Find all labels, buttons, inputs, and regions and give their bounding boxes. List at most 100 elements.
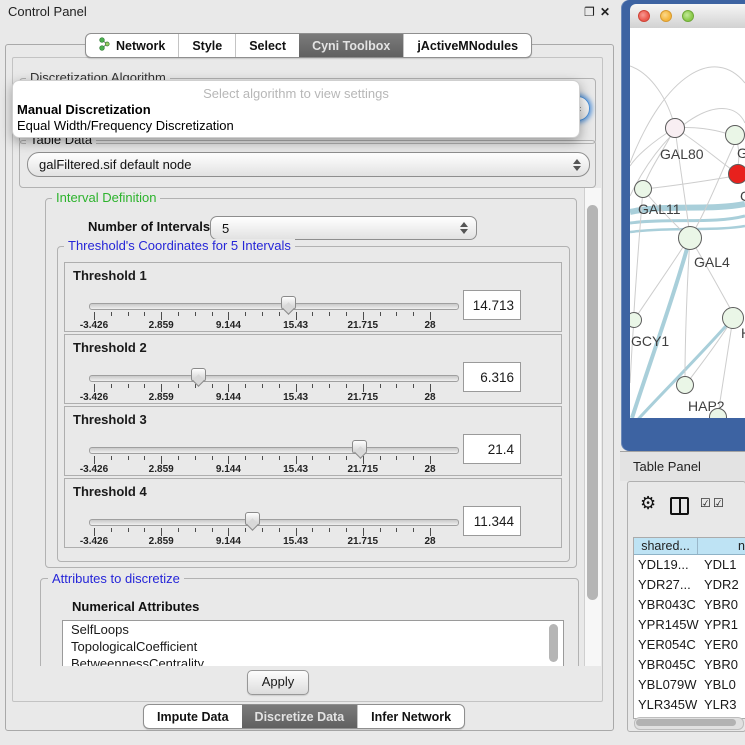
app-root: Control Panel ❐ ✕ Network Style Select C…	[0, 0, 745, 745]
num-intervals-spinner[interactable]: 5	[210, 216, 477, 240]
threshold-label: Threshold 4	[73, 484, 147, 499]
table-row[interactable]: YDR27...YDR2	[634, 575, 745, 595]
top-tabbar: Network Style Select Cyni Toolbox jActiv…	[85, 33, 532, 58]
dropdown-option-manual[interactable]: Manual Discretization	[17, 102, 151, 117]
panel-title: Control Panel	[8, 4, 87, 19]
threshold-panel-2: Threshold 2 -3.4262.8599.14415.4321.7152…	[64, 334, 562, 404]
num-intervals-label: Number of Intervals	[88, 219, 210, 234]
split-columns-icon[interactable]	[670, 497, 689, 515]
slider-tick-labels: -3.4262.8599.14415.4321.71528	[94, 392, 430, 403]
tab-style[interactable]: Style	[178, 34, 235, 57]
algorithm-dropdown-popup: Select algorithm to view settings Manual…	[12, 80, 580, 138]
spinner-arrows-icon	[460, 222, 467, 234]
table-row[interactable]: YER054CYER0	[634, 635, 745, 655]
network-window-titlebar[interactable]	[630, 4, 745, 29]
node-table: shared... n YDL19...YDL1 YDR27...YDR2 YB…	[633, 537, 745, 719]
threshold-slider-thumb[interactable]	[352, 440, 367, 454]
slider-tick-labels: -3.4262.8599.14415.4321.71528	[94, 536, 430, 547]
network-node-label: C	[740, 188, 745, 204]
threshold-label: Threshold 2	[73, 340, 147, 355]
network-node-label: GCY1	[631, 333, 669, 349]
attributes-listbox: SelfLoops TopologicalCoefficient Between…	[62, 620, 564, 666]
network-edges	[630, 28, 745, 418]
threshold-value-field[interactable]: 11.344	[463, 506, 521, 536]
threshold-slider-track[interactable]	[89, 519, 459, 526]
threshold-value-field[interactable]: 6.316	[463, 362, 521, 392]
column-header-name[interactable]: n	[698, 538, 745, 554]
slider-tick-labels: -3.4262.8599.14415.4321.71528	[94, 464, 430, 475]
numerical-attributes-label: Numerical Attributes	[72, 599, 199, 614]
dropdown-hint: Select algorithm to view settings	[13, 86, 579, 101]
settings-scrollbar-thumb[interactable]	[587, 205, 598, 600]
table-row[interactable]: YLR345WYLR3	[634, 695, 745, 715]
table-row[interactable]: YBL079WYBL0	[634, 675, 745, 695]
table-row[interactable]: YPR145WYPR1	[634, 615, 745, 635]
network-canvas[interactable]: GAL80GCGAL11GAL4GCY1HHAP2	[630, 28, 745, 418]
settings-viewport: Interval Definition Number of Intervals …	[13, 58, 584, 666]
threshold-value-field[interactable]: 21.4	[463, 434, 521, 464]
tab-network[interactable]: Network	[86, 34, 178, 57]
network-node-label: GAL4	[694, 254, 730, 270]
select-columns-icon[interactable]: ☑	[700, 497, 711, 509]
threshold-panel-4: Threshold 4 -3.4262.8599.14415.4321.7152…	[64, 478, 562, 548]
select-all-columns-icon[interactable]: ☑	[713, 497, 724, 509]
threshold-panel-1: Threshold 1 -3.4262.8599.14415.4321.7152…	[64, 262, 562, 332]
tab-infer-network[interactable]: Infer Network	[357, 705, 464, 728]
table-row[interactable]: YBR045CYBR0	[634, 655, 745, 675]
interval-group-title: Interval Definition	[52, 191, 160, 204]
threshold-slider-thumb[interactable]	[245, 512, 260, 526]
network-node-label: H	[741, 325, 745, 341]
table-panel-titlebar: Table Panel	[620, 451, 745, 481]
network-node[interactable]	[676, 376, 694, 394]
network-node[interactable]	[725, 125, 745, 145]
table-panel-body: ⚙ ☑ ☑ shared... n YDL19...YDL1 YDR27...Y…	[627, 481, 745, 732]
tab-jactivemnodules[interactable]: jActiveMNodules	[403, 34, 531, 57]
table-row[interactable]: YDL19...YDL1	[634, 555, 745, 575]
num-intervals-value: 5	[211, 221, 476, 236]
gear-icon[interactable]: ⚙	[640, 494, 656, 512]
thresholds-group-title: Threshold's Coordinates for 5 Intervals	[64, 239, 295, 252]
tab-impute-data[interactable]: Impute Data	[144, 705, 242, 728]
threshold-slider-thumb[interactable]	[191, 368, 206, 382]
threshold-slider-track[interactable]	[89, 303, 459, 310]
close-button[interactable]	[638, 10, 650, 22]
threshold-value-field[interactable]: 14.713	[463, 290, 521, 320]
tab-network-label: Network	[116, 39, 165, 53]
network-node[interactable]	[665, 118, 685, 138]
float-window-button[interactable]: ❐	[584, 5, 595, 19]
threshold-slider-track[interactable]	[89, 375, 459, 382]
tab-discretize-data[interactable]: Discretize Data	[242, 705, 358, 728]
zoom-button[interactable]	[682, 10, 694, 22]
network-node[interactable]	[634, 180, 652, 198]
attribute-item[interactable]: SelfLoops	[63, 621, 563, 638]
attribute-item[interactable]: TopologicalCoefficient	[63, 638, 563, 655]
bottom-tabbar: Impute Data Discretize Data Infer Networ…	[143, 704, 465, 729]
minimize-button[interactable]	[660, 10, 672, 22]
network-node[interactable]	[728, 164, 745, 184]
tab-select[interactable]: Select	[235, 34, 299, 57]
network-node-label: G	[737, 145, 745, 161]
network-icon	[99, 37, 110, 54]
table-row[interactable]: YBR043CYBR0	[634, 595, 745, 615]
settings-scrollbar-track[interactable]	[584, 188, 601, 666]
threshold-label: Threshold 1	[73, 268, 147, 283]
network-window: GAL80GCGAL11GAL4GCY1HHAP2	[621, 0, 745, 451]
table-panel-title: Table Panel	[633, 459, 701, 474]
table-hscrollbar-track[interactable]	[634, 717, 744, 730]
tab-cyni-toolbox[interactable]: Cyni Toolbox	[299, 34, 403, 57]
threshold-slider-track[interactable]	[89, 447, 459, 454]
table-hscrollbar-thumb[interactable]	[636, 719, 736, 726]
network-node[interactable]	[678, 226, 702, 250]
attribute-item[interactable]: BetweennessCentrality	[63, 655, 563, 666]
threshold-slider-thumb[interactable]	[281, 296, 296, 310]
threshold-panel-3: Threshold 3 -3.4262.8599.14415.4321.7152…	[64, 406, 562, 476]
slider-tick-labels: -3.4262.8599.14415.4321.71528	[94, 320, 430, 331]
attributes-list-scrollbar[interactable]	[549, 624, 558, 662]
network-node-label: GAL11	[638, 201, 681, 217]
column-header-shared-name[interactable]: shared...	[634, 538, 698, 554]
apply-button[interactable]: Apply	[247, 670, 309, 695]
threshold-label: Threshold 3	[73, 412, 147, 427]
close-panel-button[interactable]: ✕	[600, 5, 610, 19]
network-node-label: GAL80	[660, 146, 704, 162]
dropdown-option-equal-width[interactable]: Equal Width/Frequency Discretization	[17, 118, 234, 133]
